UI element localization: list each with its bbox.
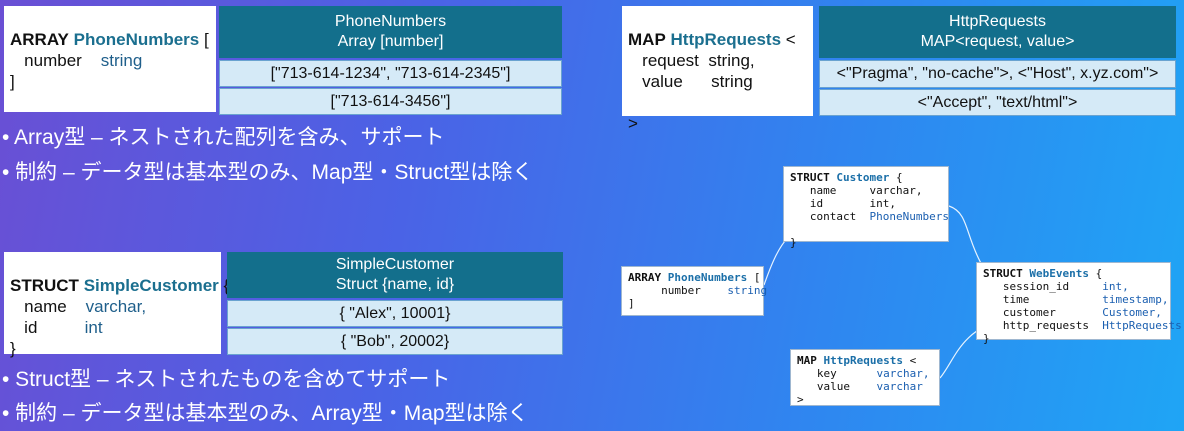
- phones-field: number: [661, 284, 701, 297]
- diagram-phonenumbers-box: ARRAY PhoneNumbers [ number string ]: [621, 266, 768, 316]
- diagram-customer-box: STRUCT Customer { name varchar, id int, …: [783, 166, 949, 249]
- webevents-field-type: int,: [1102, 280, 1129, 293]
- webevents-open: {: [1088, 267, 1103, 280]
- webevents-name: WebEvents: [1029, 267, 1089, 280]
- phones-keyword: ARRAY: [628, 271, 662, 284]
- webevents-close: }: [983, 332, 990, 345]
- httpreq-field-type: varchar,: [876, 367, 930, 380]
- customer-field: name: [809, 184, 837, 197]
- customer-field: contact: [809, 210, 857, 223]
- customer-field-type: varchar,: [869, 184, 923, 197]
- webevents-field: time: [1002, 293, 1030, 306]
- customer-close: }: [790, 236, 797, 249]
- customer-keyword: STRUCT: [790, 171, 830, 184]
- httpreq-close: >: [797, 393, 804, 406]
- customer-field: id: [809, 197, 824, 210]
- diagram-webevents-box: STRUCT WebEvents { session_id int, time …: [976, 262, 1182, 345]
- httpreq-open: <: [902, 354, 917, 367]
- customer-field-type: int,: [869, 197, 896, 210]
- phones-name: PhoneNumbers: [667, 271, 748, 284]
- webevents-field-type: timestamp,: [1102, 293, 1169, 306]
- phones-open: [: [747, 271, 761, 284]
- httpreq-name: HttpRequests: [823, 354, 903, 367]
- schema-connectors: [763, 205, 1007, 379]
- httpreq-field: value: [816, 380, 850, 393]
- customer-name: Customer: [836, 171, 890, 184]
- diagram-httprequests-box: MAP HttpRequests < key varchar, value va…: [790, 349, 940, 406]
- webevents-field-type: HttpRequests: [1102, 319, 1182, 332]
- webevents-field-type: Customer,: [1102, 306, 1162, 319]
- webevents-keyword: STRUCT: [983, 267, 1023, 280]
- customer-field-type: PhoneNumbers: [869, 210, 949, 223]
- webevents-field: session_id: [1002, 280, 1070, 293]
- phones-field-type: string: [727, 284, 768, 297]
- phones-close: ]: [628, 297, 635, 310]
- customer-open: {: [889, 171, 903, 184]
- webevents-field: http_requests: [1002, 319, 1089, 332]
- httpreq-keyword: MAP: [797, 354, 817, 367]
- httpreq-field-type: varchar: [876, 380, 923, 393]
- webevents-field: customer: [1002, 306, 1056, 319]
- httpreq-field: key: [816, 367, 837, 380]
